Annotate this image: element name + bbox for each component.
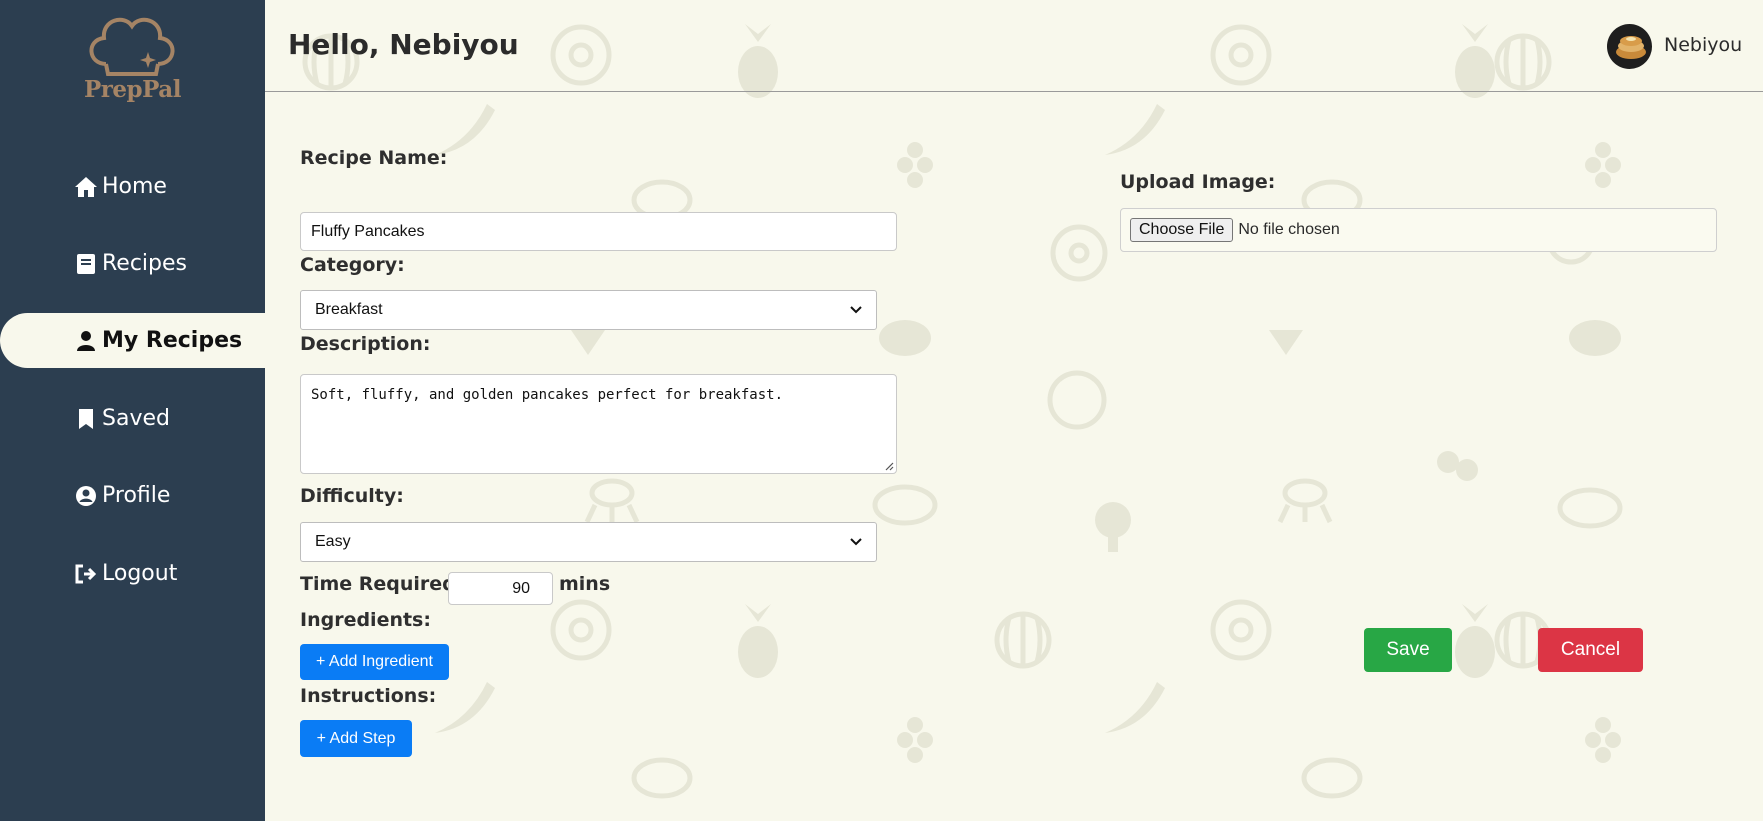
file-status-text: No file chosen <box>1238 221 1340 238</box>
avatar[interactable] <box>1607 24 1652 69</box>
sidebar: PrepPal Home Recipes My Recipes Saved Pr… <box>0 0 265 821</box>
user-circle-icon <box>74 484 98 508</box>
chef-hat-icon <box>89 17 175 76</box>
upload-image-label: Upload Image: <box>1120 171 1276 193</box>
sidebar-item-profile[interactable]: Profile <box>0 468 265 523</box>
time-required-label: Time Required: <box>300 573 464 595</box>
chevron-down-icon <box>850 306 862 314</box>
difficulty-label: Difficulty: <box>300 485 404 507</box>
sidebar-item-recipes[interactable]: Recipes <box>0 236 265 291</box>
logout-icon <box>74 562 98 586</box>
recipe-name-input[interactable]: Fluffy Pancakes <box>300 212 897 251</box>
add-step-button[interactable]: + Add Step <box>300 720 412 757</box>
difficulty-select[interactable]: Easy <box>300 522 877 562</box>
resize-handle-icon[interactable] <box>884 461 894 471</box>
home-icon <box>74 175 98 199</box>
sidebar-item-label: Logout <box>102 561 178 586</box>
description-textarea[interactable]: Soft, fluffy, and golden pancakes perfec… <box>300 374 897 474</box>
image-file-input[interactable]: Choose File No file chosen <box>1120 208 1717 252</box>
chevron-down-icon <box>850 538 862 546</box>
bookmark-icon <box>74 407 98 431</box>
cancel-button[interactable]: Cancel <box>1538 628 1643 672</box>
sidebar-item-home[interactable]: Home <box>0 159 265 214</box>
sidebar-item-label: Profile <box>102 483 171 508</box>
sidebar-item-my-recipes[interactable]: My Recipes <box>0 313 265 368</box>
sidebar-item-saved[interactable]: Saved <box>0 391 265 446</box>
top-header: Hello, Nebiyou Nebiyou <box>265 0 1763 92</box>
category-selected-value: Breakfast <box>315 301 383 318</box>
avatar-image <box>1607 24 1652 69</box>
description-text: Soft, fluffy, and golden pancakes perfec… <box>311 387 784 403</box>
time-unit-label: mins <box>559 573 611 595</box>
instructions-label: Instructions: <box>300 685 437 707</box>
user-icon <box>74 329 98 353</box>
recipe-name-label: Recipe Name: <box>300 147 448 169</box>
category-label: Category: <box>300 254 405 276</box>
brand-name: PrepPal <box>84 76 181 103</box>
ingredients-label: Ingredients: <box>300 609 431 631</box>
difficulty-selected-value: Easy <box>315 533 351 550</box>
sidebar-item-label: Recipes <box>102 251 188 276</box>
username: Nebiyou <box>1664 34 1743 56</box>
category-select[interactable]: Breakfast <box>300 290 877 330</box>
book-icon <box>74 252 98 276</box>
choose-file-button[interactable]: Choose File <box>1130 218 1234 242</box>
save-button[interactable]: Save <box>1364 628 1452 672</box>
time-required-input[interactable]: 90 <box>448 572 553 605</box>
sidebar-item-label: My Recipes <box>102 328 243 353</box>
sidebar-item-label: Saved <box>102 406 170 431</box>
preppal-logo[interactable]: PrepPal <box>84 12 181 112</box>
sidebar-item-label: Home <box>102 174 167 199</box>
sidebar-item-logout[interactable]: Logout <box>0 546 265 601</box>
description-label: Description: <box>300 333 431 355</box>
add-ingredient-button[interactable]: + Add Ingredient <box>300 644 449 680</box>
page-greeting: Hello, Nebiyou <box>288 28 519 61</box>
